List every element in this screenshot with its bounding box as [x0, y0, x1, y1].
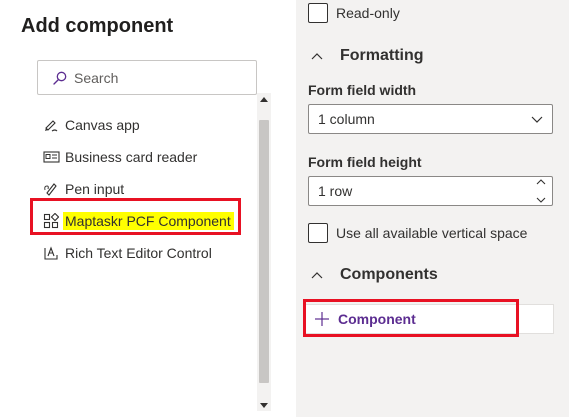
spinner-buttons[interactable]	[535, 179, 547, 203]
scroll-down-arrow-icon[interactable]	[257, 399, 271, 411]
list-item-canvas-app[interactable]: Canvas app	[42, 109, 257, 141]
form-field-width-label: Form field width	[308, 82, 417, 98]
list-item-label: Business card reader	[65, 149, 198, 165]
search-icon	[52, 70, 68, 86]
form-field-width-dropdown[interactable]: 1 column	[308, 104, 553, 134]
canvas-app-icon	[42, 116, 60, 134]
form-field-width-value: 1 column	[318, 111, 375, 127]
search-box[interactable]	[37, 60, 257, 95]
add-component-panel: Add component Canvas app	[0, 0, 275, 417]
spinner-up-icon[interactable]	[536, 179, 546, 185]
list-item-pen-input[interactable]: Pen input	[42, 173, 257, 205]
list-item-label: Maptaskr PCF Component	[63, 212, 234, 230]
chevron-up-icon	[310, 49, 324, 63]
formatting-section-header[interactable]: Formatting	[310, 47, 424, 65]
component-list: Canvas app Business card reader Pen inpu…	[42, 109, 257, 269]
vertical-space-checkbox[interactable]	[308, 223, 328, 243]
vertical-space-row[interactable]: Use all available vertical space	[308, 223, 527, 243]
panel-title: Add component	[21, 15, 174, 37]
business-card-icon	[42, 148, 60, 166]
list-item-label: Pen input	[65, 181, 125, 197]
components-header-label: Components	[340, 266, 438, 283]
list-item-rich-text-editor[interactable]: Rich Text Editor Control	[42, 237, 257, 269]
rich-text-icon	[42, 244, 60, 262]
scroll-up-arrow-icon[interactable]	[257, 93, 271, 105]
components-section-header[interactable]: Components	[310, 266, 438, 284]
list-item-maptaskr-pcf-component[interactable]: Maptaskr PCF Component	[42, 205, 257, 237]
add-component-button[interactable]: Component	[304, 304, 554, 334]
spinner-down-icon[interactable]	[536, 197, 546, 203]
form-field-height-spinner[interactable]: 1 row	[308, 176, 553, 206]
list-item-label: Canvas app	[65, 117, 140, 133]
chevron-up-icon	[310, 268, 324, 282]
read-only-checkbox[interactable]	[308, 3, 328, 23]
scrollbar-thumb[interactable]	[259, 120, 269, 383]
form-field-height-label: Form field height	[308, 154, 422, 170]
vertical-space-label: Use all available vertical space	[336, 225, 528, 241]
search-input[interactable]	[74, 69, 244, 86]
list-item-business-card-reader[interactable]: Business card reader	[42, 141, 257, 173]
read-only-label: Read-only	[336, 5, 400, 21]
formatting-header-label: Formatting	[340, 47, 424, 64]
plus-icon	[314, 311, 330, 327]
pen-input-icon	[42, 180, 60, 198]
chevron-down-icon	[530, 113, 544, 127]
read-only-row[interactable]: Read-only	[308, 3, 400, 23]
list-item-label: Rich Text Editor Control	[65, 245, 212, 261]
add-component-label: Component	[338, 311, 416, 327]
scrollbar[interactable]	[257, 93, 271, 411]
properties-panel: Read-only Formatting Form field width 1 …	[296, 0, 569, 417]
form-field-height-value: 1 row	[318, 183, 353, 199]
pcf-component-icon	[42, 212, 60, 230]
